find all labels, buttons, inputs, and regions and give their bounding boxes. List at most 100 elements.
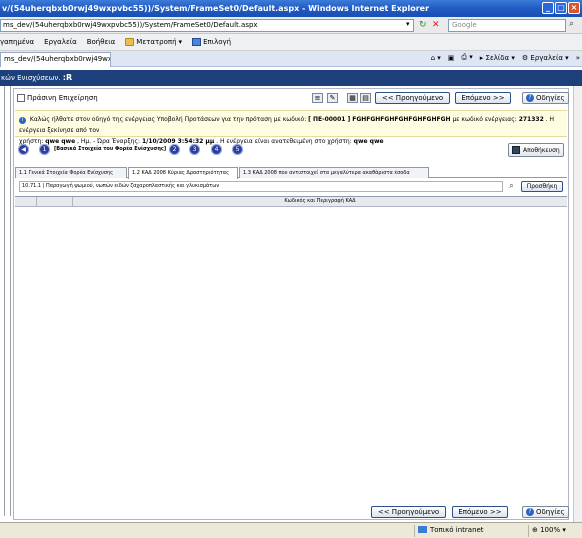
zoom-level: 100%: [540, 526, 561, 534]
tab-revenue-activity[interactable]: 1.3 ΚΑΔ 2008 που αντιστοιχεί στα μεγαλύτ…: [239, 167, 429, 178]
action-title-text: Πράσινη Επιχείρηση: [27, 94, 98, 102]
translate-label: Μετατροπή: [136, 38, 177, 46]
window-controls: _ □ ×: [542, 2, 580, 14]
help-icon: ?: [526, 508, 534, 516]
info-icon: i: [19, 117, 26, 124]
edit-icon[interactable]: ✎: [327, 93, 338, 103]
grid-action-column: [37, 197, 73, 207]
tools-menu-label: Εργαλεία: [530, 53, 563, 62]
window-title-bar: v/(54uherqbxb0rwj49wxpvbc55))/System/Fra…: [0, 0, 582, 17]
search-icon[interactable]: ⌕: [506, 181, 517, 192]
back-step-icon[interactable]: ◀: [18, 144, 29, 155]
chevron-down-icon: ▾: [178, 38, 183, 46]
search-input[interactable]: Google: [448, 19, 566, 32]
grid-column-kad[interactable]: Κωδικός και Περιγραφή ΚΑΔ: [73, 197, 567, 207]
intranet-icon: [418, 526, 427, 533]
menu-bar: γαπημένα Εργαλεία Βοήθεια Μετατροπή ▾ Επ…: [0, 34, 582, 51]
info-text-a: Καλώς ήλθατε στον οδηγό της ενέργειας Υπ…: [29, 116, 307, 123]
translate-button[interactable]: Μετατροπή ▾: [125, 38, 182, 46]
prev-button[interactable]: << Προηγούμενο: [375, 92, 450, 104]
refresh-icon[interactable]: ↻: [419, 20, 431, 31]
more-icon[interactable]: »: [576, 54, 580, 62]
window-title: v/(54uherqbxb0rwj49wxpvbc55))/System/Fra…: [2, 4, 430, 13]
tools-menu[interactable]: ⚙ Εργαλεία ▾: [522, 54, 569, 62]
command-bar: ⌂ ▾ ▣ ⎙ ▾ ▸ Σελίδα ▾ ⚙ Εργαλεία ▾ »: [431, 53, 580, 62]
step-3[interactable]: 3: [189, 144, 200, 155]
help-icon: ?: [526, 94, 534, 102]
grid-select-column: [15, 197, 37, 207]
zoom-icon: ⊕: [532, 526, 541, 534]
info-text-b: με κωδικό ενέργειας:: [452, 116, 517, 123]
maximize-button[interactable]: □: [555, 2, 567, 14]
menu-tools[interactable]: Εργαλεία: [44, 38, 77, 46]
bottom-toolbar: << Προηγούμενο Επόμενο >> ? Οδηγίες: [15, 505, 569, 519]
current-step-label: [Βασικά Στοιχεία του Φορέα Ενίσχυσης]: [54, 146, 167, 152]
tab-general-info[interactable]: 1.1 Γενικά Στοιχεία Φορέα Ενίσχυσης: [15, 167, 127, 178]
chevron-down-icon[interactable]: ▾: [406, 20, 414, 31]
menu-help[interactable]: Βοήθεια: [87, 38, 116, 46]
frame-divider: [10, 86, 11, 516]
step-4[interactable]: 4: [211, 144, 222, 155]
grid-header: Κωδικός και Περιγραφή ΚΑΔ: [15, 197, 567, 207]
help-button[interactable]: ? Οδηγίες: [522, 92, 569, 104]
stop-icon[interactable]: ✕: [432, 20, 444, 31]
action-code: 271332: [518, 116, 544, 123]
status-segment: [360, 525, 410, 537]
frame-divider: [4, 86, 5, 516]
address-bar: ms_dev/(54uherqbxb0rwj49wxpvbc55))/Syste…: [0, 17, 582, 34]
browser-tab[interactable]: ms_dev/(54uherqbxb0rwj49wxxv...: [0, 52, 111, 67]
image-icon[interactable]: ▤: [360, 93, 371, 103]
minimize-button[interactable]: _: [542, 2, 554, 14]
help-button-bottom[interactable]: ? Οδηγίες: [522, 506, 569, 518]
app-header: κών Ενισχύσεων. :R: [0, 70, 582, 86]
menu-favorites[interactable]: γαπημένα: [0, 38, 34, 46]
zoom-control[interactable]: ⊕ 100% ▾: [528, 525, 580, 537]
chevron-down-icon: ▾: [560, 526, 566, 534]
app-header-suffix: :R: [62, 73, 73, 82]
action-toolbar: Πράσινη Επιχείρηση ≡ ✎ ▦ ▤ << Προηγούμεν…: [15, 90, 569, 106]
step-1[interactable]: 1: [39, 144, 50, 155]
search-icon[interactable]: ⌕: [569, 19, 581, 31]
select-button[interactable]: Επιλογή: [192, 38, 231, 46]
action-title: Πράσινη Επιχείρηση: [17, 94, 98, 102]
form-tabs: 1.1 Γενικά Στοιχεία Φορέα Ενίσχυσης 1.2 …: [15, 167, 567, 179]
next-button[interactable]: Επόμενο >>: [455, 92, 511, 104]
print-icon[interactable]: ⎙ ▾: [461, 53, 472, 62]
select-label: Επιλογή: [203, 38, 232, 46]
help-label: Οδηγίες: [536, 94, 565, 102]
save-label: Αποθήκευση: [523, 146, 560, 154]
document-icon: [17, 94, 25, 102]
main-panel: Πράσινη Επιχείρηση ≡ ✎ ▦ ▤ << Προηγούμεν…: [13, 88, 569, 520]
save-icon: [512, 146, 520, 154]
url-field[interactable]: ms_dev/(54uherqbxb0rwj49wxpvbc55))/Syste…: [0, 19, 414, 32]
list-icon[interactable]: ≡: [312, 93, 323, 103]
zone-label: Τοπικό intranet: [430, 526, 484, 534]
page-menu[interactable]: ▸ Σελίδα ▾: [480, 54, 515, 62]
home-icon[interactable]: ⌂ ▾: [431, 54, 441, 62]
select-icon: [192, 38, 202, 46]
info-line-1: i Καλώς ήλθατε στον οδηγό της ενέργειας …: [19, 114, 563, 136]
add-button[interactable]: Προσθήκη: [521, 181, 563, 192]
info-message: i Καλώς ήλθατε στον οδηγό της ενέργειας …: [15, 110, 567, 145]
tab-main-activity[interactable]: 1.2 ΚΑΔ 2008 Κύριας Δραστηριότητας: [128, 167, 238, 179]
help-label: Οδηγίες: [536, 508, 565, 516]
security-zone: Τοπικό intranet: [414, 525, 524, 537]
kad-search-row: 10.71.1 | Παραγωγή ψωμιού, νωπών ειδών ζ…: [15, 181, 567, 193]
prev-button-bottom[interactable]: << Προηγούμενο: [371, 506, 446, 518]
kad-input[interactable]: 10.71.1 | Παραγωγή ψωμιού, νωπών ειδών ζ…: [19, 181, 503, 192]
vertical-scrollbar[interactable]: [573, 86, 582, 522]
grid-icon[interactable]: ▦: [347, 93, 358, 103]
close-button[interactable]: ×: [568, 2, 580, 14]
step-5[interactable]: 5: [232, 144, 243, 155]
proposal-name: FGHFGHFGHFGHFGHFGHFGH: [352, 116, 451, 123]
feeds-icon[interactable]: ▣: [448, 54, 455, 62]
kad-grid: Κωδικός και Περιγραφή ΚΑΔ: [15, 196, 567, 500]
browser-tab-strip: ms_dev/(54uherqbxb0rwj49wxxv... ⌂ ▾ ▣ ⎙ …: [0, 51, 582, 67]
save-button[interactable]: Αποθήκευση: [508, 143, 564, 157]
step-2[interactable]: 2: [169, 144, 180, 155]
next-button-bottom[interactable]: Επόμενο >>: [452, 506, 508, 518]
app-header-text: κών Ενισχύσεων.: [1, 74, 63, 82]
proposal-code: [ ΠΕ-00001 ]: [308, 116, 351, 123]
page-menu-label: Σελίδα: [485, 53, 510, 62]
translate-icon: [125, 38, 135, 46]
